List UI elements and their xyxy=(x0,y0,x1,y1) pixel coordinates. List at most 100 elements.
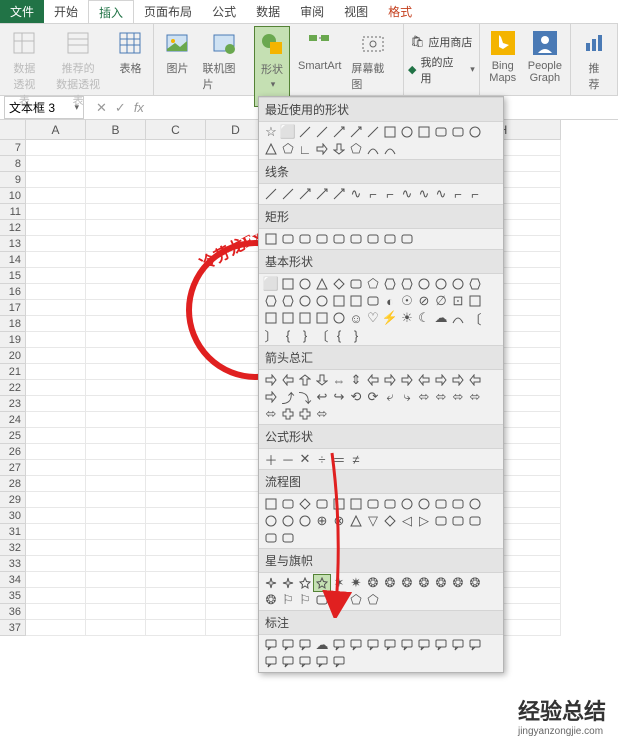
shape-option[interactable] xyxy=(263,496,279,512)
row-header[interactable]: 20 xyxy=(0,348,26,364)
shape-option[interactable]: ∿ xyxy=(416,186,432,202)
row-header[interactable]: 17 xyxy=(0,300,26,316)
shape-option[interactable]: ☀ xyxy=(399,310,415,326)
shape-option[interactable]: ⤶ xyxy=(382,389,398,405)
row-header[interactable]: 24 xyxy=(0,412,26,428)
shape-option[interactable] xyxy=(263,530,279,546)
shape-option[interactable] xyxy=(416,124,432,140)
check-icon[interactable]: ✓ xyxy=(115,100,126,116)
shape-option[interactable] xyxy=(348,124,364,140)
shape-option[interactable] xyxy=(297,310,313,326)
shape-option[interactable] xyxy=(314,276,330,292)
col-header[interactable]: D xyxy=(206,120,266,140)
shape-option[interactable]: ❂ xyxy=(382,575,398,591)
shape-option[interactable] xyxy=(348,496,364,512)
shape-option[interactable] xyxy=(382,372,398,388)
row-header[interactable]: 11 xyxy=(0,204,26,220)
shape-option[interactable]: ⚐ xyxy=(280,592,296,608)
shape-option[interactable]: ☉ xyxy=(399,293,415,309)
shape-option[interactable]: ＝ xyxy=(331,451,347,467)
shape-option[interactable] xyxy=(399,124,415,140)
shape-option[interactable]: ∿ xyxy=(433,186,449,202)
shape-option[interactable]: ⬜ xyxy=(280,124,296,140)
shape-option[interactable]: ❂ xyxy=(467,575,483,591)
shape-option[interactable] xyxy=(297,654,313,670)
shapes-button[interactable]: 形状▾ xyxy=(254,26,290,107)
app-store-button[interactable]: 🛍应用商店 xyxy=(410,34,472,50)
shape-option[interactable] xyxy=(365,293,381,309)
shape-option[interactable] xyxy=(365,141,381,157)
tab-formula[interactable]: 公式 xyxy=(202,0,246,23)
shape-option[interactable]: ⟲ xyxy=(348,389,364,405)
shape-option[interactable]: ✶ xyxy=(331,575,347,591)
shape-option[interactable] xyxy=(331,592,347,608)
shape-option[interactable] xyxy=(416,637,432,653)
shape-option[interactable] xyxy=(297,496,313,512)
shape-option[interactable]: 〕 xyxy=(263,327,279,343)
row-header[interactable]: 13 xyxy=(0,236,26,252)
my-apps-button[interactable]: ◆我的应用▾ xyxy=(408,54,475,86)
shape-option[interactable]: ❂ xyxy=(399,575,415,591)
row-header[interactable]: 12 xyxy=(0,220,26,236)
shape-option[interactable] xyxy=(314,654,330,670)
shape-option[interactable]: ⬄ xyxy=(263,406,279,422)
shape-option[interactable] xyxy=(416,276,432,292)
row-header[interactable]: 8 xyxy=(0,156,26,172)
shape-option[interactable] xyxy=(331,654,347,670)
shape-option[interactable] xyxy=(382,231,398,247)
recommend-chart-button[interactable]: 推 荐 xyxy=(577,26,611,94)
shape-option[interactable]: ＋ xyxy=(263,451,279,467)
shape-option[interactable]: ⬠ xyxy=(365,276,381,292)
shape-option[interactable] xyxy=(433,124,449,140)
shape-option[interactable]: ⬠ xyxy=(348,592,364,608)
shape-option[interactable]: ∿ xyxy=(399,186,415,202)
shape-option[interactable] xyxy=(348,231,364,247)
shape-option[interactable] xyxy=(297,124,313,140)
shape-option[interactable]: ∅ xyxy=(433,293,449,309)
shape-option[interactable]: ☁ xyxy=(433,310,449,326)
shape-option[interactable]: 〔 xyxy=(314,327,330,343)
people-graph-button[interactable]: People Graph xyxy=(526,26,564,86)
shape-option[interactable]: ⬄ xyxy=(314,406,330,422)
tab-data[interactable]: 数据 xyxy=(246,0,290,23)
tab-layout[interactable]: 页面布局 xyxy=(134,0,202,23)
shape-option[interactable]: ⤴ xyxy=(280,389,296,405)
shape-option[interactable]: 〔 xyxy=(467,310,483,326)
shape-option[interactable] xyxy=(450,372,466,388)
shape-option[interactable]: ≠ xyxy=(348,451,364,467)
shape-option[interactable] xyxy=(297,575,313,591)
shape-option[interactable]: ▽ xyxy=(365,513,381,529)
shape-option[interactable]: ⊘ xyxy=(416,293,432,309)
shape-option[interactable] xyxy=(416,372,432,388)
shape-option[interactable] xyxy=(365,231,381,247)
shape-option[interactable]: ❂ xyxy=(450,575,466,591)
shape-option[interactable] xyxy=(314,575,330,591)
shape-option[interactable]: ⬠ xyxy=(348,141,364,157)
shape-option[interactable] xyxy=(263,293,279,309)
row-header[interactable]: 7 xyxy=(0,140,26,156)
shape-option[interactable]: ◁ xyxy=(399,513,415,529)
shape-option[interactable] xyxy=(263,141,279,157)
shape-option[interactable] xyxy=(297,513,313,529)
shape-option[interactable]: ⬜ xyxy=(263,276,279,292)
shape-option[interactable]: ⊗ xyxy=(331,513,347,529)
shape-option[interactable]: ⌐ xyxy=(450,186,466,202)
shape-option[interactable] xyxy=(467,372,483,388)
shape-option[interactable]: ✕ xyxy=(297,451,313,467)
shape-option[interactable]: ❂ xyxy=(416,575,432,591)
row-header[interactable]: 33 xyxy=(0,556,26,572)
shape-option[interactable]: ⌐ xyxy=(365,186,381,202)
fx-icon[interactable]: fx xyxy=(134,100,144,115)
shape-option[interactable] xyxy=(280,231,296,247)
shape-option[interactable] xyxy=(331,186,347,202)
shape-option[interactable]: } xyxy=(348,327,364,343)
shape-option[interactable]: ☁ xyxy=(314,637,330,653)
shape-option[interactable] xyxy=(297,406,313,422)
tab-review[interactable]: 审阅 xyxy=(290,0,334,23)
screenshot-button[interactable]: 屏幕截图▾ xyxy=(349,26,397,107)
row-header[interactable]: 19 xyxy=(0,332,26,348)
cancel-icon[interactable]: ✕ xyxy=(96,100,107,116)
shape-option[interactable] xyxy=(280,310,296,326)
shape-option[interactable] xyxy=(331,231,347,247)
shape-option[interactable] xyxy=(280,637,296,653)
